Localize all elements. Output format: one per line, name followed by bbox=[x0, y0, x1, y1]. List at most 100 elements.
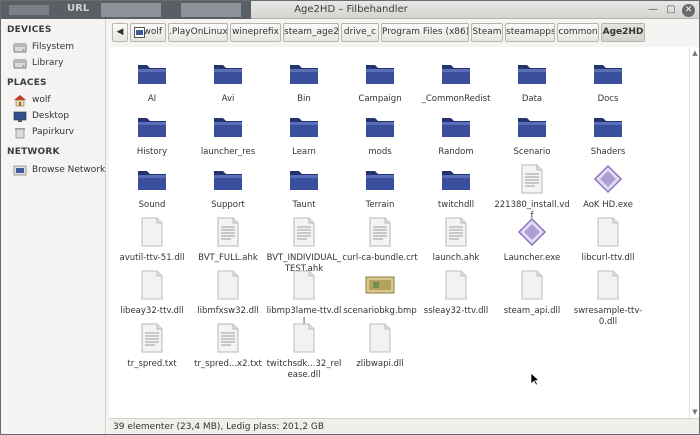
blank-icon bbox=[212, 269, 244, 301]
blank-icon bbox=[288, 269, 320, 301]
file-name-label: Scenario bbox=[513, 147, 551, 157]
file-name-label: Launcher.exe bbox=[503, 253, 561, 263]
file-grid[interactable]: AI Avi Bin Campaign _CommonRedist Data Docs His… bbox=[109, 47, 689, 418]
file-name-label: Random bbox=[438, 147, 474, 157]
sidebar-item-filsystem[interactable]: Filsystem bbox=[13, 41, 103, 56]
file-name-label: Learn bbox=[292, 147, 316, 157]
file-name-label: zlibwapi.dll bbox=[356, 359, 404, 369]
blank-icon bbox=[516, 269, 548, 301]
sidebar-item-label: Library bbox=[32, 58, 64, 68]
scroll-down-arrow-icon[interactable]: ▼ bbox=[691, 408, 699, 416]
blank-icon bbox=[440, 269, 472, 301]
drive-icon bbox=[13, 43, 27, 53]
blank-icon bbox=[288, 322, 320, 354]
crumb-drive-c[interactable]: drive_c bbox=[341, 23, 379, 42]
blank-icon bbox=[592, 216, 624, 248]
crumb-wineprefix[interactable]: wineprefix bbox=[230, 23, 281, 42]
sidebar-item-browse-network[interactable]: Browse Network bbox=[13, 164, 106, 179]
file-item[interactable]: twitchsdk...32_release.dll bbox=[266, 322, 342, 384]
file-name-label: Avi bbox=[221, 94, 235, 104]
maximize-button[interactable]: ▢ bbox=[665, 4, 677, 16]
folder-icon bbox=[212, 163, 244, 195]
mouse-cursor-icon bbox=[531, 373, 540, 386]
file-name-label: libeay32-ttv.dll bbox=[120, 306, 184, 316]
home-icon bbox=[14, 95, 26, 107]
folder-icon bbox=[136, 57, 168, 89]
folder-icon bbox=[288, 57, 320, 89]
folder-icon bbox=[364, 110, 396, 142]
file-item[interactable]: ssleay32-ttv.dll bbox=[418, 269, 494, 331]
text-icon bbox=[136, 322, 168, 354]
crumb-label: wolf bbox=[143, 27, 162, 37]
file-name-label: Bin bbox=[297, 94, 311, 104]
folder-icon bbox=[288, 110, 320, 142]
file-item[interactable]: tr_spred...x2.txt bbox=[190, 322, 266, 384]
file-name-label: twitchsdk...32_release.dll bbox=[266, 359, 342, 380]
sidebar-item-desktop[interactable]: Desktop bbox=[13, 110, 103, 125]
blank-icon bbox=[364, 322, 396, 354]
file-name-label: Shaders bbox=[590, 147, 626, 157]
scroll-up-arrow-icon[interactable]: ▲ bbox=[691, 49, 699, 57]
file-name-label: steam_api.dll bbox=[503, 306, 561, 316]
file-item[interactable]: steam_api.dll bbox=[494, 269, 570, 331]
crumb-playonlinux[interactable]: .PlayOnLinux bbox=[168, 23, 228, 42]
crumb-common[interactable]: common bbox=[557, 23, 599, 42]
blank-icon bbox=[592, 269, 624, 301]
drive-icon bbox=[13, 59, 27, 69]
network-icon bbox=[13, 165, 27, 176]
file-item[interactable]: zlibwapi.dll bbox=[342, 322, 418, 384]
home-icon bbox=[134, 27, 145, 38]
file-name-label: AoK HD.exe bbox=[583, 200, 633, 210]
crumb-age2hd[interactable]: Age2HD bbox=[601, 23, 645, 42]
folder-icon bbox=[136, 163, 168, 195]
file-name-label: Campaign bbox=[358, 94, 402, 104]
sidebar: DEVICES Filsystem Library PLACES wolf De… bbox=[1, 19, 106, 434]
text-icon bbox=[212, 322, 244, 354]
sidebar-heading-network: NETWORK bbox=[7, 147, 60, 157]
window-title: Age2HD – Filbehandler bbox=[294, 4, 408, 15]
file-name-label: BVT_FULL.ahk bbox=[198, 253, 258, 263]
sidebar-item-label: Browse Network bbox=[32, 165, 106, 175]
sidebar-item-label: Papirkurv bbox=[32, 127, 75, 137]
text-icon bbox=[212, 216, 244, 248]
folder-icon bbox=[516, 57, 548, 89]
folder-icon bbox=[364, 57, 396, 89]
folder-icon bbox=[516, 110, 548, 142]
desktop-icon bbox=[13, 111, 27, 122]
file-name-label: twitchdll bbox=[437, 200, 475, 210]
crumb-steam[interactable]: Steam bbox=[471, 23, 503, 42]
file-name-label: _CommonRedist bbox=[421, 94, 491, 104]
text-icon bbox=[288, 216, 320, 248]
minimize-button[interactable]: — bbox=[647, 4, 659, 16]
trash-icon bbox=[15, 128, 25, 139]
vertical-scrollbar[interactable]: ▲ ▼ bbox=[689, 47, 699, 418]
text-icon bbox=[516, 163, 548, 195]
path-bar: ◀ wolf .PlayOnLinux wineprefix steam_age… bbox=[109, 21, 699, 45]
file-name-label: History bbox=[136, 147, 168, 157]
file-name-label: Terrain bbox=[365, 200, 395, 210]
sidebar-item-label: Filsystem bbox=[32, 42, 75, 52]
file-name-label: avutil-ttv-51.dll bbox=[119, 253, 185, 263]
exe-icon bbox=[516, 216, 548, 248]
exe-icon bbox=[592, 163, 624, 195]
crumb-program-files[interactable]: Program Files (x86) bbox=[381, 23, 469, 42]
blank-icon bbox=[136, 269, 168, 301]
file-item[interactable]: swresample-ttv-0.dll bbox=[570, 269, 646, 331]
file-manager-window: URL Age2HD – Filbehandler — ▢ ✕ DEVICES … bbox=[0, 0, 700, 435]
sidebar-item-label: Desktop bbox=[32, 111, 70, 121]
crumb-steamapps[interactable]: steamapps bbox=[505, 23, 555, 42]
file-item[interactable]: tr_spred.txt bbox=[114, 322, 190, 384]
file-name-label: Support bbox=[211, 200, 245, 210]
sidebar-item-wolf[interactable]: wolf bbox=[13, 94, 103, 109]
text-icon bbox=[440, 216, 472, 248]
folder-icon bbox=[212, 57, 244, 89]
sidebar-item-library[interactable]: Library bbox=[13, 57, 103, 72]
file-name-label: ssleay32-ttv.dll bbox=[423, 306, 489, 316]
sidebar-heading-devices: DEVICES bbox=[7, 25, 52, 35]
titlebar[interactable]: URL Age2HD – Filbehandler — ▢ ✕ bbox=[1, 1, 699, 19]
close-button[interactable]: ✕ bbox=[682, 4, 695, 17]
crumb-steam-age2[interactable]: steam_age2 bbox=[283, 23, 339, 42]
crumb-wolf[interactable]: wolf bbox=[130, 23, 166, 42]
path-back-button[interactable]: ◀ bbox=[112, 23, 128, 42]
sidebar-item-papirkurv[interactable]: Papirkurv bbox=[13, 126, 103, 141]
